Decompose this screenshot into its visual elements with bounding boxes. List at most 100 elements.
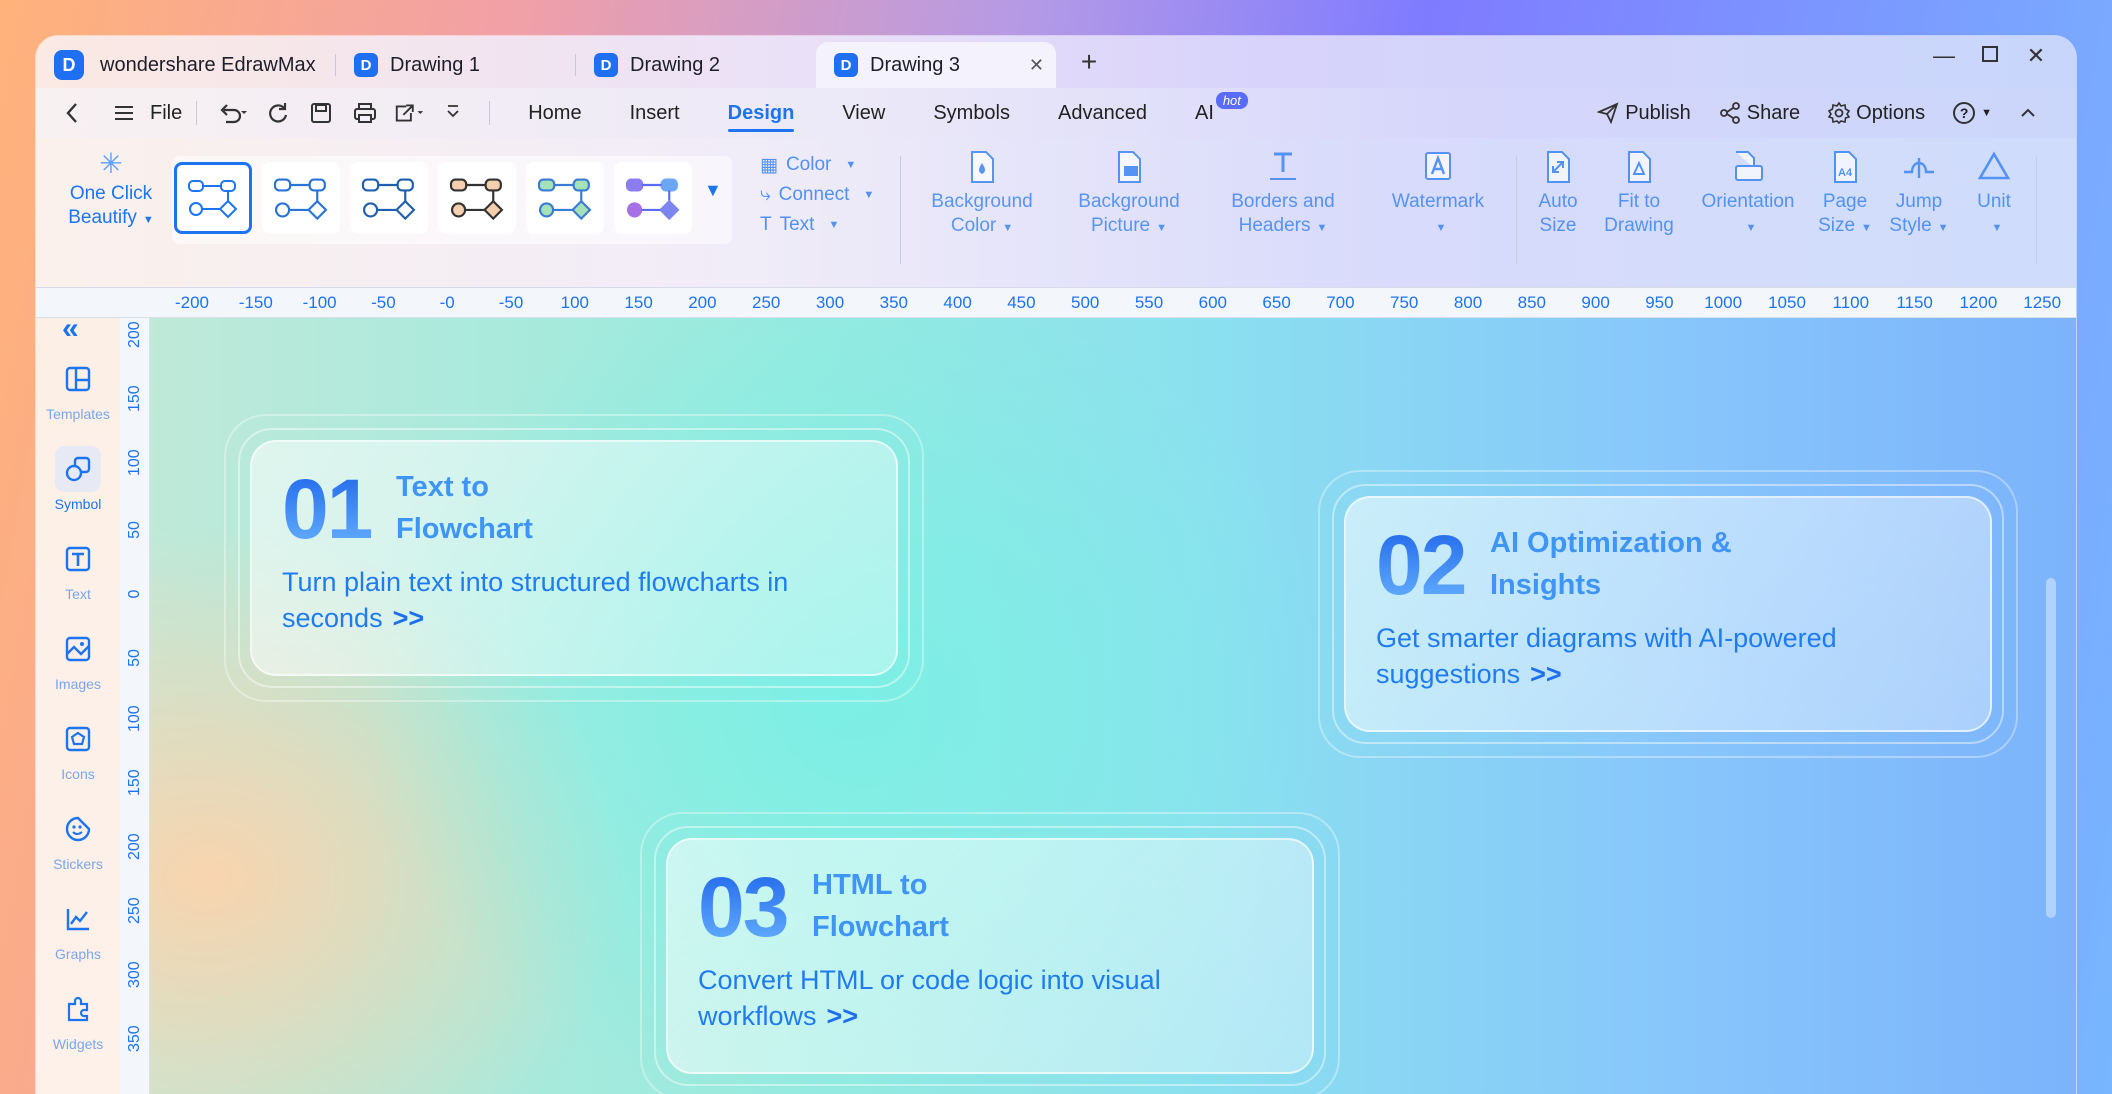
card-arrow-link[interactable]: >> bbox=[1530, 659, 1562, 689]
jump-style-button[interactable]: Jump Style ▼ bbox=[1882, 150, 1956, 240]
sidebar-item-stickers[interactable]: Stickers bbox=[36, 806, 120, 872]
publish-icon bbox=[1597, 102, 1619, 124]
theme-style-4[interactable] bbox=[438, 162, 516, 234]
print-icon[interactable] bbox=[349, 97, 381, 129]
watermark-label: Watermark bbox=[1391, 191, 1485, 212]
divider bbox=[489, 101, 491, 125]
one-click-beautify-button[interactable]: ✳ One Click Beautify ▼ bbox=[56, 150, 166, 232]
theme-style-6[interactable] bbox=[614, 162, 692, 234]
tab-drawing-2[interactable]: D Drawing 2 bbox=[576, 42, 816, 88]
ruler-tick-label: 250 bbox=[126, 897, 143, 924]
text-option[interactable]: T Text ▼ bbox=[760, 210, 874, 240]
sidebar-item-templates[interactable]: Templates bbox=[36, 356, 120, 422]
unit-label: Unit bbox=[1977, 191, 2011, 212]
tab-insert[interactable]: Insert bbox=[606, 88, 704, 138]
collapse-ribbon-icon[interactable] bbox=[2020, 108, 2036, 118]
orientation-button[interactable]: Orientation ▼ bbox=[1696, 150, 1800, 240]
tab-design[interactable]: Design bbox=[704, 88, 819, 138]
feature-card-1[interactable]: 01 Text to Flowchart Turn plain text int… bbox=[224, 414, 924, 702]
auto-size-label: Auto Size bbox=[1538, 191, 1578, 236]
redo-icon[interactable] bbox=[261, 97, 293, 129]
auto-size-button[interactable]: Auto Size bbox=[1526, 150, 1590, 238]
sidebar-item-symbol[interactable]: Symbol bbox=[36, 446, 120, 512]
theme-style-3[interactable] bbox=[350, 162, 428, 234]
publish-button[interactable]: Publish bbox=[1597, 102, 1691, 125]
gear-icon bbox=[1828, 102, 1851, 124]
card-title: HTML to Flowchart bbox=[812, 869, 949, 943]
feature-card-2[interactable]: 02 AI Optimization & Insights Get smarte… bbox=[1318, 470, 2018, 758]
card-arrow-link[interactable]: >> bbox=[393, 603, 425, 633]
vertical-scrollbar[interactable] bbox=[2046, 578, 2056, 918]
share-button[interactable]: Share bbox=[1719, 102, 1800, 125]
close-window-icon[interactable]: ✕ bbox=[2026, 43, 2046, 68]
theme-style-2[interactable] bbox=[262, 162, 340, 234]
tab-drawing-3[interactable]: D Drawing 3 ✕ bbox=[816, 42, 1056, 88]
undo-icon[interactable] bbox=[217, 97, 249, 129]
close-tab-icon[interactable]: ✕ bbox=[1029, 55, 1044, 76]
save-icon[interactable] bbox=[305, 97, 337, 129]
card-description: Convert HTML or code logic into visual w… bbox=[698, 962, 1282, 1034]
ruler-tick-label: 900 bbox=[1581, 293, 1610, 312]
feature-card-3[interactable]: 03 HTML to Flowchart Convert HTML or cod… bbox=[640, 812, 1340, 1094]
new-tab-button[interactable]: + bbox=[1074, 46, 1104, 78]
card-desc-text: Get smarter diagrams with AI-powered sug… bbox=[1376, 623, 1837, 689]
connect-option[interactable]: ⤷ Connect ▼ bbox=[760, 180, 874, 210]
drawing-canvas[interactable]: 01 Text to Flowchart Turn plain text int… bbox=[150, 318, 2076, 1094]
unit-button[interactable]: Unit ▼ bbox=[1964, 150, 2024, 240]
card-description: Turn plain text into structured flowchar… bbox=[282, 564, 866, 636]
ruler-tick-label: 150 bbox=[624, 293, 653, 312]
tab-advanced[interactable]: Advanced bbox=[1034, 88, 1171, 138]
help-icon: ? bbox=[1953, 102, 1976, 124]
options-button[interactable]: Options bbox=[1828, 102, 1925, 125]
tab-drawing-1[interactable]: D Drawing 1 bbox=[336, 42, 576, 88]
sidebar-item-widgets[interactable]: Widgets bbox=[36, 986, 120, 1052]
options-label: Options bbox=[1856, 101, 1926, 124]
sidebar-item-icons[interactable]: Icons bbox=[36, 716, 120, 782]
file-menu[interactable]: File bbox=[150, 102, 182, 125]
chevron-down-icon: ▼ bbox=[1156, 222, 1168, 234]
ruler-tick-label: 100 bbox=[126, 449, 143, 476]
ruler-tick-label: 200 bbox=[126, 321, 143, 348]
export-icon[interactable] bbox=[393, 97, 425, 129]
page-size-button[interactable]: A4 Page Size ▼ bbox=[1812, 150, 1878, 240]
jump-style-icon bbox=[1904, 158, 1934, 178]
maximize-icon[interactable] bbox=[1982, 46, 1998, 62]
tab-view[interactable]: View bbox=[818, 88, 909, 138]
sidebar-item-text[interactable]: Text bbox=[36, 536, 120, 602]
ruler-tick-label: 100 bbox=[126, 705, 143, 732]
sidebar-item-images[interactable]: Images bbox=[36, 626, 120, 692]
ruler-tick-label: 600 bbox=[1198, 293, 1227, 312]
fit-to-drawing-button[interactable]: Fit to Drawing bbox=[1594, 150, 1684, 238]
theme-style-1[interactable] bbox=[174, 162, 252, 234]
more-quick-actions-icon[interactable] bbox=[437, 97, 469, 129]
ruler-tick-label: 500 bbox=[1071, 293, 1100, 312]
symbol-icon bbox=[55, 446, 101, 492]
color-option[interactable]: ▦ Color ▼ bbox=[760, 150, 874, 180]
hamburger-menu-icon[interactable] bbox=[108, 97, 140, 129]
help-button[interactable]: ? ▼ bbox=[1953, 102, 1992, 124]
drawing-file-icon: D bbox=[594, 53, 618, 77]
app-home-tab[interactable]: D wondershare EdrawMax bbox=[36, 42, 336, 88]
more-themes-icon[interactable]: ▼ bbox=[704, 180, 722, 201]
tab-home[interactable]: Home bbox=[504, 88, 605, 138]
watermark-button[interactable]: Watermark ▼ bbox=[1376, 150, 1500, 240]
tab-ai[interactable]: AI hot bbox=[1171, 88, 1248, 138]
card-arrow-link[interactable]: >> bbox=[827, 1001, 859, 1031]
share-icon bbox=[1719, 102, 1740, 124]
background-picture-button[interactable]: Background Picture ▼ bbox=[1064, 150, 1194, 240]
minimize-icon[interactable]: — bbox=[1933, 43, 1955, 68]
back-icon[interactable] bbox=[56, 97, 88, 129]
borders-headers-button[interactable]: Borders and Headers ▼ bbox=[1208, 150, 1358, 240]
theme-style-5[interactable] bbox=[526, 162, 604, 234]
sidebar-item-graphs[interactable]: Graphs bbox=[36, 896, 120, 962]
tab-symbols[interactable]: Symbols bbox=[909, 88, 1034, 138]
edrawmax-logo-icon: D bbox=[54, 50, 84, 80]
sidebar-item-label: Symbol bbox=[54, 496, 102, 512]
ruler-tick-label: 1000 bbox=[1704, 293, 1743, 312]
ruler-tick-label: 150 bbox=[126, 769, 143, 796]
background-color-button[interactable]: Background Color ▼ bbox=[920, 150, 1044, 240]
chevron-down-icon: ▼ bbox=[863, 189, 875, 201]
ruler-tick-label: -50 bbox=[498, 293, 524, 312]
borders-headers-icon bbox=[1270, 152, 1296, 180]
jump-style-label: Jump Style bbox=[1889, 191, 1943, 236]
